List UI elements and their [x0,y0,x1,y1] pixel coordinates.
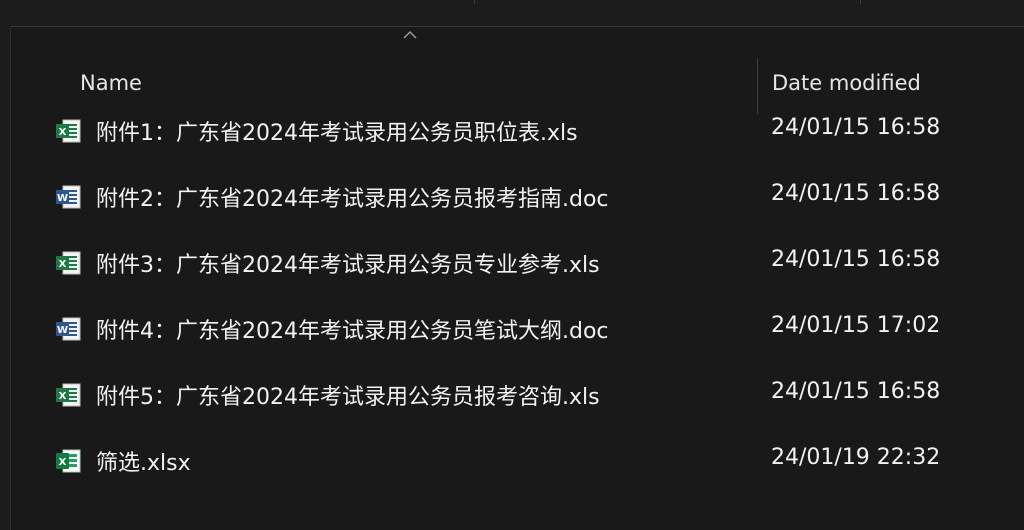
file-row[interactable]: W 附件2：广东省2024年考试录用公务员报考指南.doc 24/01/15 1… [40,163,1000,229]
file-date-modified: 24/01/15 16:58 [771,181,941,206]
name-column-header[interactable]: Name [80,71,142,95]
top-separator [860,0,861,4]
file-date-modified: 24/01/15 17:02 [771,313,941,338]
file-row[interactable]: X 筛选.xlsx 24/01/19 22:32 [40,427,1000,493]
file-date-modified: 24/01/15 16:58 [771,379,941,404]
file-row[interactable]: X 附件1：广东省2024年考试录用公务员职位表.xls 24/01/15 16… [40,97,1000,163]
navigation-pane-edge [0,26,11,530]
file-date-modified: 24/01/19 22:32 [771,445,941,470]
excel-xls-icon: X [56,119,81,143]
file-row[interactable]: W 附件4：广东省2024年考试录用公务员笔试大纲.doc 24/01/15 1… [40,295,1000,361]
word-doc-icon: W [56,185,81,209]
date-modified-column-header[interactable]: Date modified [772,71,921,95]
svg-text:X: X [59,391,67,402]
excel-xls-icon: X [56,251,81,275]
svg-text:X: X [59,127,67,138]
file-name: 附件1：广东省2024年考试录用公务员职位表.xls [96,121,578,146]
file-date-modified: 24/01/15 16:58 [771,247,941,272]
excel-xlsx-icon: X [56,449,81,473]
file-row[interactable]: X 附件3：广东省2024年考试录用公务员专业参考.xls 24/01/15 1… [40,229,1000,295]
word-doc-icon: W [56,317,81,341]
svg-text:X: X [59,259,67,270]
column-header: Name Date modified [0,27,1024,114]
excel-xls-icon: X [56,383,81,407]
sort-ascending-icon [403,30,417,39]
svg-text:W: W [57,325,68,336]
top-bar [0,0,1024,27]
file-name: 附件4：广东省2024年考试录用公务员笔试大纲.doc [96,319,609,344]
file-name: 附件5：广东省2024年考试录用公务员报考咨询.xls [96,385,600,410]
file-name: 附件3：广东省2024年考试录用公务员专业参考.xls [96,253,600,278]
file-date-modified: 24/01/15 16:58 [771,115,941,140]
file-row[interactable]: X 附件5：广东省2024年考试录用公务员报考咨询.xls 24/01/15 1… [40,361,1000,427]
svg-text:W: W [57,193,68,204]
top-separator [474,0,475,4]
file-name: 附件2：广东省2024年考试录用公务员报考指南.doc [96,187,609,212]
file-name: 筛选.xlsx [96,451,191,476]
svg-text:X: X [59,457,67,468]
